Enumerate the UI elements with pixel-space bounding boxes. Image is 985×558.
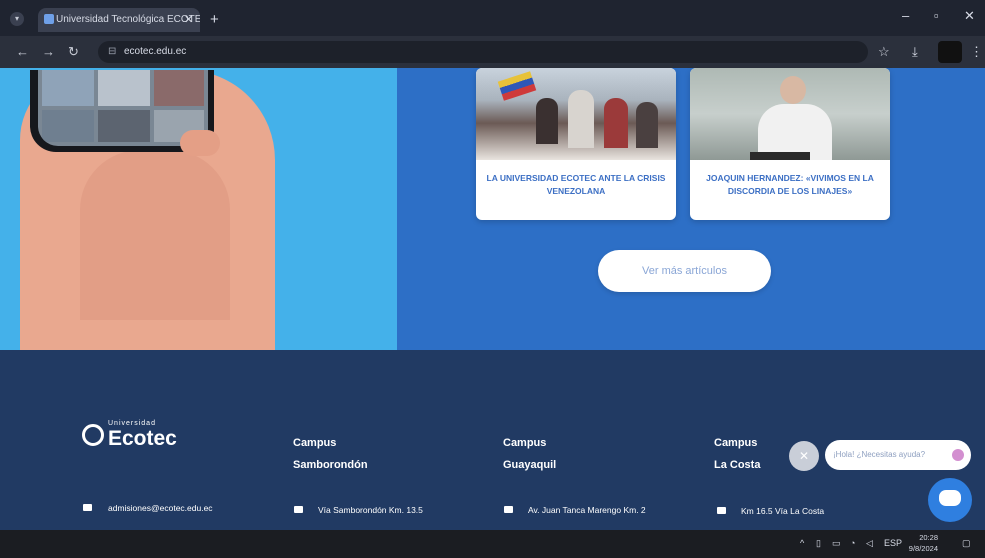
contact-address: Av. Juan Tanca Marengo Km. 2 — [528, 505, 646, 515]
new-tab-button[interactable]: + — [210, 8, 219, 32]
display-icon[interactable]: ▭ — [832, 536, 841, 550]
logo-subtitle: Universidad — [108, 420, 156, 427]
flag-image — [497, 71, 537, 101]
chat-bubble-icon — [939, 490, 961, 506]
photo-thumb — [98, 110, 150, 142]
clock-time: 20:28 — [919, 533, 938, 542]
campus-label: Campus — [293, 437, 337, 449]
forward-icon[interactable]: → — [42, 42, 55, 62]
campus-heading-samborondon: Campus Samborondón — [293, 432, 368, 476]
chat-close-button[interactable]: ✕ — [789, 441, 819, 471]
star-icon[interactable]: ☆ — [878, 42, 890, 62]
contact-address: Km 16.5 Vía La Costa — [741, 506, 825, 516]
article-title[interactable]: LA UNIVERSIDAD ECOTEC ANTE LA CRISIS VEN… — [486, 172, 666, 198]
thumb-illustration — [180, 130, 220, 156]
menu-icon[interactable]: ⋮ — [970, 42, 983, 62]
site-info-icon[interactable]: ⊟ — [108, 44, 116, 60]
download-icon[interactable]: ⤓ — [912, 42, 918, 62]
article-card[interactable]: LA UNIVERSIDAD ECOTEC ANTE LA CRISIS VEN… — [476, 68, 676, 220]
location-icon — [294, 506, 303, 513]
photo-thumb — [98, 70, 150, 106]
campus-name: Samborondón — [293, 459, 368, 471]
palm-shadow — [80, 150, 230, 320]
email-icon — [83, 504, 92, 511]
campus-heading-guayaquil: Campus Guayaquil — [503, 432, 556, 476]
location-icon — [504, 506, 513, 513]
article-image — [690, 68, 890, 160]
location-icon — [717, 507, 726, 514]
chair-image — [750, 152, 810, 160]
battery-icon[interactable]: ▯ — [816, 536, 821, 550]
wifi-icon[interactable]: ◔ — [850, 536, 855, 550]
reload-icon[interactable]: ↻ — [68, 42, 79, 62]
person-figure — [636, 102, 658, 148]
logo-name[interactable]: Ecotec — [108, 428, 177, 450]
clock[interactable]: 20:28 9/8/2024 — [904, 532, 938, 554]
photo-thumb — [42, 70, 94, 106]
photo-thumb — [42, 110, 94, 142]
campus-name: La Costa — [714, 459, 761, 471]
tab-search-icon[interactable]: ▾ — [10, 12, 24, 26]
person-head — [780, 76, 806, 104]
notifications-icon[interactable]: ▢ — [962, 536, 971, 550]
person-figure — [604, 98, 628, 148]
chat-emoji-icon — [952, 449, 964, 461]
campus-heading-la-costa: Campus La Costa — [714, 432, 760, 476]
ecotec-logo-icon[interactable] — [82, 424, 104, 446]
close-window-icon[interactable]: ✕ — [964, 6, 975, 26]
more-articles-button[interactable]: Ver más artículos — [598, 250, 771, 292]
contact-email[interactable]: admisiones@ecotec.edu.ec — [108, 501, 213, 515]
volume-icon[interactable]: ◁ — [866, 536, 873, 550]
article-card[interactable]: JOAQUIN HERNANDEZ: «VIVIMOS EN LA DISCOR… — [690, 68, 890, 220]
back-icon[interactable]: ← — [16, 42, 29, 62]
minimize-icon[interactable]: – — [902, 6, 909, 26]
campus-label: Campus — [714, 437, 758, 449]
person-figure — [536, 98, 558, 144]
tab-close-icon[interactable]: ✕ — [184, 8, 193, 32]
contact-address: Vía Samborondón Km. 13.5 — [318, 505, 423, 515]
maximize-icon[interactable]: ▫ — [934, 6, 939, 26]
tab-title: Universidad Tecnológica ECOTEC — [56, 14, 200, 25]
tray-chevron-icon[interactable]: ^ — [800, 536, 804, 550]
url-text[interactable]: ecotec.edu.ec — [124, 44, 186, 60]
clock-date: 9/8/2024 — [908, 544, 938, 553]
person-figure — [568, 90, 594, 148]
language-indicator[interactable]: ESP — [884, 536, 902, 550]
tab-favicon-icon — [44, 14, 54, 24]
browser-tab[interactable]: Universidad Tecnológica ECOTEC — [38, 8, 200, 32]
profile-avatar[interactable] — [938, 41, 962, 63]
chat-prompt-bubble[interactable]: ¡Hola! ¿Necesitas ayuda? — [825, 440, 971, 470]
article-title[interactable]: JOAQUIN HERNANDEZ: «VIVIMOS EN LA DISCOR… — [700, 172, 880, 198]
photo-thumb — [154, 70, 204, 106]
article-image — [476, 68, 676, 160]
address-bar[interactable] — [98, 41, 868, 63]
campus-label: Campus — [503, 437, 547, 449]
campus-name: Guayaquil — [503, 459, 557, 471]
